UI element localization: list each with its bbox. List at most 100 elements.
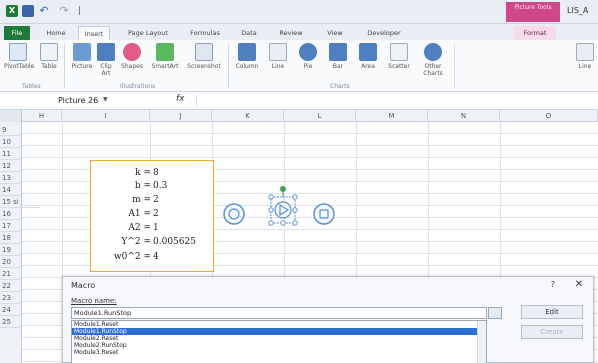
- create-button[interactable]: Create: [521, 325, 583, 339]
- column-header[interactable]: I: [62, 110, 150, 122]
- column-header[interactable]: K: [212, 110, 284, 122]
- tab-view[interactable]: View: [322, 26, 348, 40]
- row-header[interactable]: 22: [0, 280, 22, 292]
- macro-list[interactable]: Module1.Reset Module1.RunStop Module2.Re…: [71, 320, 487, 363]
- row-header[interactable]: 21: [0, 268, 22, 280]
- param-name: A1 =: [128, 209, 151, 219]
- table-button[interactable]: Table: [38, 43, 60, 70]
- picture-tools-context-tab: Picture Tools: [506, 2, 560, 22]
- redo-icon[interactable]: ↷: [58, 5, 70, 17]
- screenshot-button[interactable]: Screenshot: [184, 43, 224, 70]
- macro-dialog: Macro ? ✕ Macro name: Module1.RunStop Mo…: [62, 276, 594, 363]
- group-label-tables: Tables: [22, 83, 41, 90]
- formula-input[interactable]: [196, 95, 594, 107]
- row-header[interactable]: 16: [0, 208, 22, 220]
- pie-label: Pie: [303, 63, 313, 70]
- row-header[interactable]: 19: [0, 244, 22, 256]
- row-header[interactable]: 18: [0, 232, 22, 244]
- list-item[interactable]: Module1.Reset: [72, 321, 486, 328]
- line-chart-button[interactable]: Line: [266, 43, 290, 70]
- excel-logo-icon: X: [6, 5, 18, 17]
- list-scrollbar[interactable]: [477, 321, 486, 363]
- row-header[interactable]: 10: [0, 136, 22, 148]
- tab-developer[interactable]: Developer: [362, 26, 406, 40]
- list-item[interactable]: Module3.Reset: [72, 349, 486, 356]
- formula-bar: Picture 26 ▼ fx: [0, 92, 598, 110]
- list-item-selected[interactable]: Module1.RunStop: [72, 328, 486, 335]
- column-label: Column: [235, 63, 259, 70]
- group-label-illustrations: Illustrations: [120, 83, 156, 90]
- name-box[interactable]: Picture 26: [28, 94, 148, 108]
- select-all-corner[interactable]: [0, 110, 22, 122]
- macro-name-label: Macro name:: [71, 297, 117, 305]
- row-header[interactable]: 20: [0, 256, 22, 268]
- row-header[interactable]: 9: [0, 124, 22, 136]
- reset-icon[interactable]: [220, 200, 248, 228]
- param-value: 1: [153, 223, 159, 233]
- picture-icon: [73, 43, 91, 61]
- row-header[interactable]: 12: [0, 160, 22, 172]
- row-header[interactable]: 25: [0, 316, 22, 328]
- other-charts-button[interactable]: Other Charts: [418, 43, 448, 77]
- list-item[interactable]: Module2.Reset: [72, 335, 486, 342]
- shapes-label: Shapes: [121, 63, 143, 70]
- shapes-button[interactable]: Shapes: [120, 43, 144, 70]
- tab-format[interactable]: Format: [514, 26, 556, 40]
- column-header[interactable]: M: [356, 110, 428, 122]
- tab-insert[interactable]: Insert: [78, 26, 110, 40]
- undo-icon[interactable]: ↶: [38, 5, 50, 17]
- row-header[interactable]: 24: [0, 304, 22, 316]
- row-header[interactable]: 17: [0, 220, 22, 232]
- column-header[interactable]: J: [150, 110, 212, 122]
- pie-chart-button[interactable]: Pie: [296, 43, 320, 70]
- run-stop-button-selected[interactable]: [262, 185, 304, 233]
- chevron-down-icon[interactable]: ▼: [103, 96, 108, 103]
- smartart-button[interactable]: SmartArt: [148, 43, 182, 70]
- group-divider: [454, 44, 455, 88]
- browse-icon[interactable]: [488, 307, 502, 319]
- qat-customize-icon[interactable]: |: [78, 5, 90, 17]
- bar-chart-button[interactable]: Bar: [326, 43, 350, 70]
- row-header[interactable]: 13: [0, 172, 22, 184]
- tab-home[interactable]: Home: [42, 26, 70, 40]
- group-label-charts: Charts: [330, 83, 350, 90]
- edit-button[interactable]: Edit: [521, 305, 583, 319]
- row-header[interactable]: 14: [0, 184, 22, 196]
- tab-file[interactable]: File: [4, 26, 30, 40]
- macro-name-input[interactable]: Module1.RunStop: [71, 307, 487, 319]
- column-headers: H I J K L M N O: [0, 110, 598, 122]
- tab-formulas[interactable]: Formulas: [186, 26, 224, 40]
- column-header[interactable]: N: [428, 110, 500, 122]
- list-item[interactable]: Module2.RunStop: [72, 342, 486, 349]
- close-icon[interactable]: ✕: [575, 279, 583, 290]
- row-header[interactable]: 23: [0, 292, 22, 304]
- column-chart-icon: [238, 43, 256, 61]
- line-chart-icon: [269, 43, 287, 61]
- tab-page-layout[interactable]: Page Layout: [124, 26, 172, 40]
- param-row: A2 = 1: [91, 223, 215, 235]
- param-value: 2: [153, 209, 159, 219]
- help-icon[interactable]: ?: [551, 280, 555, 289]
- row-header[interactable]: 11: [0, 148, 22, 160]
- column-header[interactable]: H: [22, 110, 62, 122]
- param-name: k =: [135, 168, 151, 178]
- screenshot-icon: [195, 43, 213, 61]
- scatter-chart-button[interactable]: Scatter: [384, 43, 414, 70]
- sparkline-line-button[interactable]: Line: [574, 43, 596, 70]
- parameters-textbox[interactable]: k = 8 b = 0.3 m = 2 A1 = 2 A2 = 1 Y^2 = …: [90, 160, 214, 272]
- param-name: Y^2 =: [121, 237, 151, 247]
- column-header[interactable]: L: [284, 110, 356, 122]
- function-icon[interactable]: fx: [176, 94, 185, 104]
- tab-data[interactable]: Data: [236, 26, 262, 40]
- column-chart-button[interactable]: Column: [232, 43, 262, 70]
- param-value: 0.3: [153, 181, 168, 191]
- column-header[interactable]: O: [500, 110, 598, 122]
- area-chart-button[interactable]: Area: [356, 43, 380, 70]
- group-divider: [228, 44, 229, 88]
- clip-art-button[interactable]: Clip Art: [96, 43, 116, 77]
- pause-icon[interactable]: [310, 200, 338, 228]
- save-icon[interactable]: [22, 5, 34, 17]
- tab-review[interactable]: Review: [274, 26, 308, 40]
- pivottable-button[interactable]: PivotTable: [4, 43, 34, 70]
- picture-button[interactable]: Picture: [70, 43, 94, 70]
